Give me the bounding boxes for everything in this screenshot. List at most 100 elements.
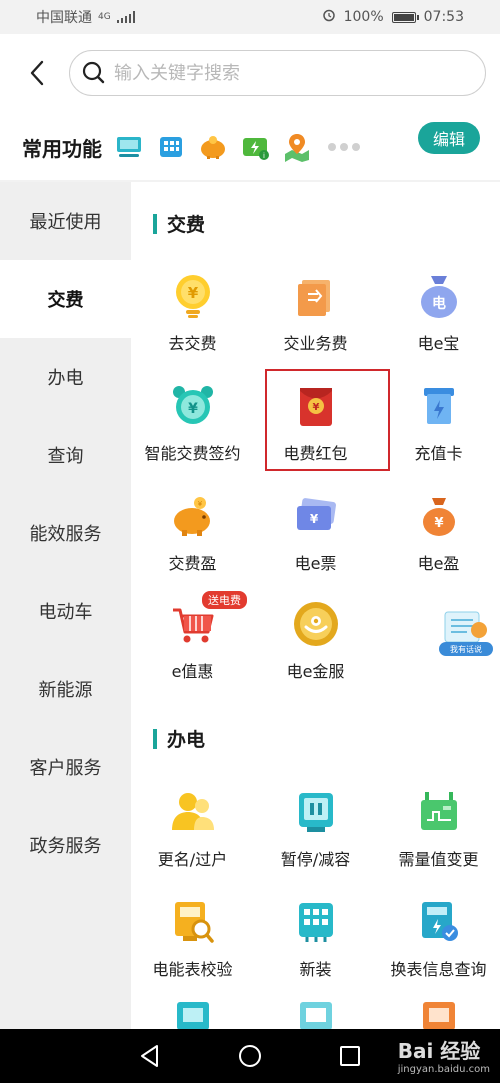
alarm-clock-icon: ¥ <box>167 380 219 432</box>
grid-item-demand-change[interactable]: 需量值变更 <box>377 778 500 878</box>
highlight-box <box>265 369 390 471</box>
status-right: 100% 07:53 <box>322 8 464 26</box>
grid-item-label: 交费盈 <box>168 554 217 573</box>
sidebar-item-customer-service[interactable]: 客户服务 <box>0 728 131 806</box>
section-title: 办电 <box>167 729 206 751</box>
grid-item-e-value[interactable]: 送电费 e值惠 <box>131 590 254 690</box>
watermark: Bai 经验 jingyan.baidu.com <box>398 1035 490 1075</box>
sidebar-item-ev[interactable]: 电动车 <box>0 572 131 650</box>
grid-item-e-finance[interactable]: 电e金服 <box>254 590 377 690</box>
users-icon <box>167 786 219 838</box>
grid-item-e-bao[interactable]: 电 电e宝 <box>377 262 500 362</box>
grid-item-recharge-card[interactable]: 充值卡 <box>377 372 500 472</box>
svg-text:¥: ¥ <box>309 512 318 526</box>
network-type: 4G <box>98 12 111 22</box>
charger-icon[interactable]: i <box>240 132 270 162</box>
piggy-bank-icon[interactable] <box>198 132 228 162</box>
nav-back-button[interactable] <box>136 1042 164 1070</box>
new-install-icon <box>290 896 342 948</box>
ticket-icon: ¥ <box>290 490 342 542</box>
grid-item-rename-transfer[interactable]: 更名/过户 <box>131 778 254 878</box>
section-accent-bar <box>153 728 157 749</box>
grid-item-label: 新装 <box>299 960 332 979</box>
grid-item-label: 充值卡 <box>414 444 463 463</box>
quick-icons: i <box>114 132 360 162</box>
svg-text:电: 电 <box>432 295 446 312</box>
receipt-icon <box>290 270 342 322</box>
signal-icon <box>116 11 135 23</box>
watermark-brand: Bai 经验 <box>397 1039 481 1063</box>
sidebar-item-government-service[interactable]: 政务服务 <box>0 806 131 884</box>
building-icon[interactable] <box>156 132 186 162</box>
svg-text:¥: ¥ <box>434 516 443 531</box>
nav-recents-button[interactable] <box>336 1042 364 1070</box>
battery-icon <box>391 11 419 23</box>
grid-item-label: 去交费 <box>168 334 217 353</box>
header <box>0 34 500 114</box>
carrier-name: 中国联通 <box>36 10 92 26</box>
recharge-card-icon <box>413 380 465 432</box>
clock-time: 07:53 <box>423 9 464 25</box>
edit-button[interactable]: 编辑 <box>418 122 480 154</box>
svg-text:¥: ¥ <box>187 284 198 302</box>
bulb-yen-icon: ¥ <box>167 270 219 322</box>
svg-text:i: i <box>263 152 265 160</box>
triangle-back-icon <box>141 1045 158 1067</box>
gold-coin-icon <box>290 598 342 650</box>
common-functions-row: 常用功能 i 编辑 <box>0 114 500 180</box>
grid-item-smart-pay-contract[interactable]: ¥ 智能交费签约 <box>131 372 254 472</box>
sidebar-item-payment[interactable]: 交费 <box>0 260 131 338</box>
pause-meter-icon <box>290 786 342 838</box>
more-dots-icon <box>328 143 360 151</box>
grid-item-e-ticket[interactable]: ¥ 电e票 <box>254 482 377 582</box>
grid-item-pay-profit[interactable]: ¥ 交费盈 <box>131 482 254 582</box>
sidebar-item-recent[interactable]: 最近使用 <box>0 182 131 260</box>
circle-home-icon <box>239 1045 261 1067</box>
grid-item-label: 电e票 <box>294 554 337 573</box>
money-bag-icon: 电 <box>413 270 465 322</box>
partial-item-icon[interactable] <box>175 1000 211 1029</box>
common-functions-title: 常用功能 <box>22 136 102 161</box>
battery-percent: 100% <box>343 9 384 25</box>
search-input[interactable] <box>114 62 454 84</box>
sidebar-item-apply[interactable]: 办电 <box>0 338 131 416</box>
grid-item-meter-check[interactable]: 电能表校验 <box>131 888 254 988</box>
coin-bag-icon: ¥ <box>413 490 465 542</box>
nav-home-button[interactable] <box>236 1042 264 1070</box>
sidebar-item-query[interactable]: 查询 <box>0 416 131 494</box>
search-box[interactable] <box>69 50 486 96</box>
section-accent-bar <box>153 213 157 234</box>
back-button[interactable] <box>20 56 54 90</box>
map-pin-icon[interactable] <box>282 132 312 162</box>
grid-item-label: 电e金服 <box>286 662 345 681</box>
grid-item-new-install[interactable]: 新装 <box>254 888 377 988</box>
grid-item-pause-reduce[interactable]: 暂停/减容 <box>254 778 377 878</box>
alarm-icon <box>322 8 336 26</box>
feedback-widget[interactable]: 我有话说 <box>437 610 495 660</box>
watermark-site: jingyan.baidu.com <box>397 1064 490 1075</box>
svg-text:¥: ¥ <box>197 500 202 508</box>
monitor-icon[interactable] <box>114 132 144 162</box>
partial-item-icon[interactable] <box>298 1000 334 1029</box>
grid-item-label: 需量值变更 <box>398 850 479 869</box>
grid-item-label: 换表信息查询 <box>390 960 487 979</box>
grid-item-label: 电e盈 <box>417 554 460 573</box>
section-title: 交费 <box>167 214 206 236</box>
search-icon <box>82 61 105 84</box>
sidebar-item-energy-service[interactable]: 能效服务 <box>0 494 131 572</box>
grid-item-label: 智能交费签约 <box>144 444 241 463</box>
grid-item-meter-query[interactable]: 换表信息查询 <box>377 888 500 988</box>
status-left: 中国联通 4G <box>36 7 135 27</box>
grid-item-e-profit[interactable]: ¥ 电e盈 <box>377 482 500 582</box>
grid-item-business-fee[interactable]: 交业务费 <box>254 262 377 362</box>
piggy-bank-icon: ¥ <box>167 490 219 542</box>
partial-item-icon[interactable] <box>421 1000 457 1029</box>
grid-item-label: 电e宝 <box>417 334 460 353</box>
category-sidebar: 最近使用 交费 办电 查询 能效服务 电动车 新能源 客户服务 政务服务 <box>0 182 131 1029</box>
grid-item-label: 交业务费 <box>283 334 348 353</box>
grid-item-pay-now[interactable]: ¥ 去交费 <box>131 262 254 362</box>
square-recents-icon <box>340 1046 360 1066</box>
section-header-apply: 办电 <box>153 725 205 752</box>
status-bar: 中国联通 4G 100% 07:53 <box>0 0 500 34</box>
sidebar-item-new-energy[interactable]: 新能源 <box>0 650 131 728</box>
